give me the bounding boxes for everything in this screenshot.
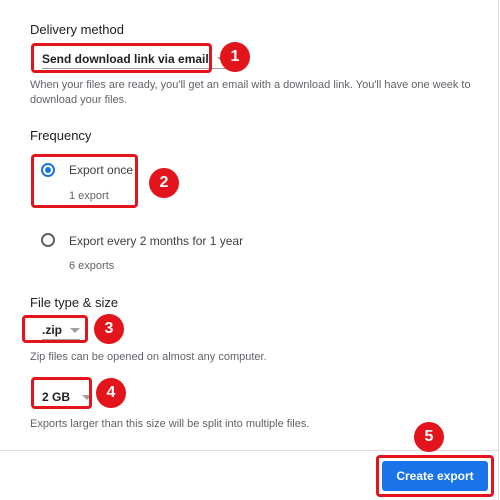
delivery-method-helper: When your files are ready, you'll get an… xyxy=(30,79,471,106)
export-settings-panel: Delivery method Send download link via e… xyxy=(0,0,499,500)
annotation-badge-4: 4 xyxy=(96,378,126,408)
annotation-badge-2: 2 xyxy=(149,168,179,198)
file-type-size-heading: File type & size xyxy=(30,295,119,310)
file-size-helper: Exports larger than this size will be sp… xyxy=(30,418,310,430)
export-recurring-count: 6 exports xyxy=(69,260,115,272)
annotation-badge-3: 3 xyxy=(94,314,124,344)
frequency-heading: Frequency xyxy=(30,128,92,143)
annotation-badge-5: 5 xyxy=(414,422,444,452)
create-export-button[interactable]: Create export xyxy=(382,461,488,491)
highlight-box-1 xyxy=(31,43,212,73)
export-recurring-label[interactable]: Export every 2 months for 1 year xyxy=(69,234,243,248)
highlight-box-2 xyxy=(31,154,138,208)
highlight-box-3 xyxy=(22,315,88,343)
annotation-badge-1: 1 xyxy=(220,42,250,72)
radio-export-every-2-months[interactable] xyxy=(41,233,55,247)
highlight-box-4 xyxy=(31,377,92,409)
file-type-helper: Zip files can be opened on almost any co… xyxy=(30,351,267,363)
delivery-method-heading: Delivery method xyxy=(30,22,124,37)
